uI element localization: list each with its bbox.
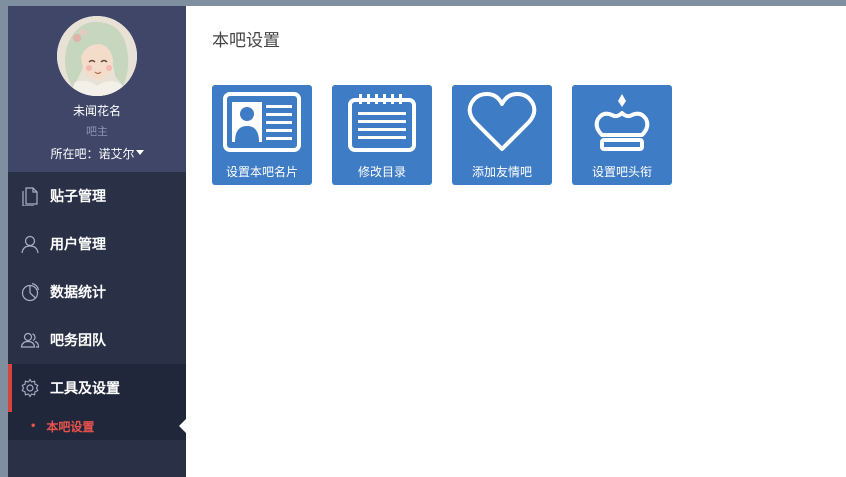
id-card-icon: [212, 91, 312, 157]
tile-label: 设置吧头衔: [591, 165, 652, 179]
current-bar-name: 诺艾尔: [98, 147, 135, 161]
bullet-icon: •: [30, 420, 37, 432]
avatar[interactable]: [57, 16, 137, 96]
pie-chart-icon: [20, 282, 40, 302]
sidebar-item-label: 贴子管理: [50, 189, 106, 205]
page-title: 本吧设置: [212, 31, 280, 51]
tile-set-bar-title[interactable]: 设置吧头衔: [572, 85, 672, 185]
sidebar-item-users[interactable]: 用户管理: [8, 220, 186, 268]
user-role: 吧主: [86, 125, 108, 138]
sidebar-item-label: 数据统计: [50, 285, 106, 301]
sidebar-item-label: 用户管理: [50, 237, 106, 253]
sidebar-item-posts[interactable]: 贴子管理: [8, 172, 186, 220]
tile-label: 添加友情吧: [471, 165, 532, 179]
app-frame: 未闻花名 吧主 所在吧：诺艾尔 贴子管理 用户管理 数据统计 吧务团队 工具及设…: [0, 6, 846, 477]
tile-edit-directory[interactable]: 修改目录: [332, 85, 432, 185]
user-icon: [20, 234, 40, 254]
document-icon: [20, 186, 40, 206]
current-bar-prefix: 所在吧：: [50, 147, 99, 161]
main-content: 本吧设置 设置本吧名片 修改目录 添加友情吧 设置吧头衔: [186, 6, 846, 477]
sidebar-item-label: 工具及设置: [50, 381, 120, 397]
username[interactable]: 未闻花名: [8, 102, 186, 119]
chevron-down-icon: [135, 150, 144, 155]
tile-add-friend-bar[interactable]: 添加友情吧: [452, 85, 552, 185]
window-edge: [0, 6, 8, 477]
tile-label: 设置本吧名片: [225, 165, 298, 179]
current-bar-selector[interactable]: 所在吧：诺艾尔: [8, 145, 186, 162]
sidebar-item-label: 吧务团队: [50, 333, 106, 349]
heart-icon: [452, 91, 552, 157]
gear-icon: [20, 378, 40, 398]
avatar-image: [57, 16, 137, 96]
sidebar-subitem-bar-settings[interactable]: • 本吧设置: [8, 412, 186, 440]
tile-set-bar-card[interactable]: 设置本吧名片: [212, 85, 312, 185]
sidebar-nav: 贴子管理 用户管理 数据统计 吧务团队 工具及设置 • 本吧设置: [8, 172, 186, 440]
sidebar: 未闻花名 吧主 所在吧：诺艾尔 贴子管理 用户管理 数据统计 吧务团队 工具及设…: [8, 6, 186, 477]
sidebar-item-team[interactable]: 吧务团队: [8, 316, 186, 364]
sidebar-item-tools-settings[interactable]: 工具及设置: [8, 364, 186, 412]
active-pointer-icon: [179, 419, 186, 433]
crown-icon: [572, 91, 672, 157]
profile-panel: 未闻花名 吧主 所在吧：诺艾尔: [8, 6, 186, 172]
sidebar-item-statistics[interactable]: 数据统计: [8, 268, 186, 316]
sidebar-subitem-label: 本吧设置: [46, 419, 95, 434]
directory-list-icon: [332, 91, 432, 157]
team-icon: [20, 330, 40, 350]
tile-label: 修改目录: [357, 165, 406, 179]
